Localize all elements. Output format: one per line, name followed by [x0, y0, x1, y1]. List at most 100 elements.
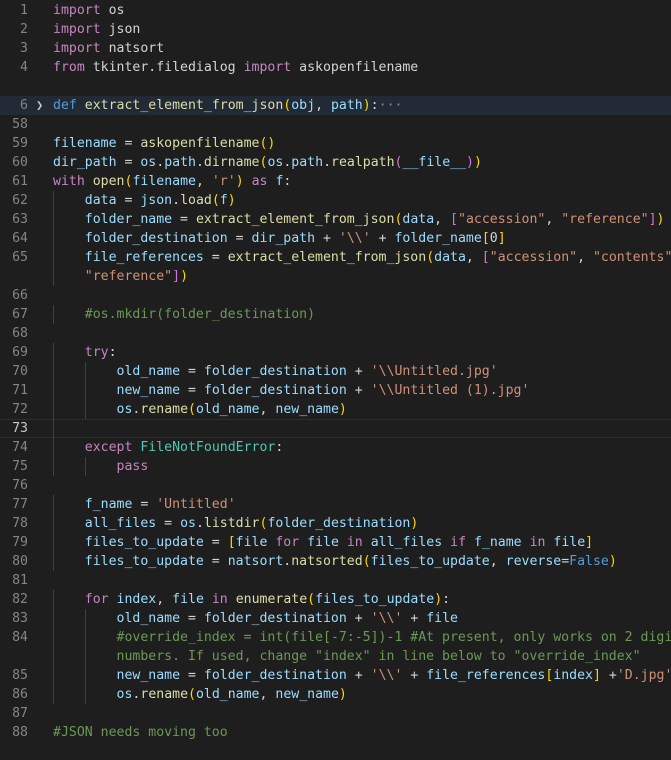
- code-token: =: [180, 611, 204, 626]
- code-line[interactable]: 74 except FileNotFoundError:: [0, 438, 671, 457]
- code-token: file_references: [84, 250, 204, 265]
- code-line[interactable]: 60 dir_path = os.path.dirname(os.path.rea…: [0, 153, 671, 172]
- code-line[interactable]: 1 import os: [0, 1, 671, 20]
- indent-guide: [53, 628, 85, 647]
- code-token: [: [227, 535, 236, 550]
- code-token: 0: [489, 231, 498, 246]
- code-line[interactable]: 86 os.rename(old_name, new_name): [0, 685, 671, 704]
- code-token: json: [140, 193, 173, 208]
- code-token: =: [203, 250, 228, 265]
- code-line[interactable]: 68: [0, 324, 671, 343]
- code-token: folder_destination: [203, 383, 347, 398]
- line-number: 84: [12, 630, 28, 645]
- code-line[interactable]: 70 old_name = folder_destination + '\\Un…: [0, 362, 671, 381]
- code-text: folder_destination = dir_path + '\\' + f…: [53, 229, 671, 248]
- code-token: as: [251, 174, 268, 189]
- line-number: 61: [12, 174, 28, 189]
- code-line[interactable]: 65 file_references = extract_element_fro…: [0, 248, 671, 267]
- line-number: 73: [12, 421, 28, 436]
- code-text: from tkinter.filedialog import askopenfi…: [53, 58, 671, 77]
- code-line[interactable]: 63 folder_name = extract_element_from_js…: [0, 210, 671, 229]
- code-line[interactable]: 83 old_name = folder_destination + '\\' …: [0, 609, 671, 628]
- indent-guide: [53, 210, 85, 229]
- code-line[interactable]: 78 all_files = os.listdir(folder_destina…: [0, 514, 671, 533]
- code-line[interactable]: 72 os.rename(old_name, new_name): [0, 400, 671, 419]
- code-line[interactable]: 73: [0, 419, 671, 438]
- code-token: data: [434, 250, 466, 265]
- code-token: open: [92, 174, 125, 189]
- code-token: 'D.jpg': [616, 668, 671, 683]
- indent-guide: [53, 609, 85, 628]
- code-line[interactable]: 2 import json: [0, 20, 671, 39]
- code-line[interactable]: 58: [0, 115, 671, 134]
- code-token: os: [116, 687, 133, 702]
- code-line[interactable]: "reference"]): [0, 267, 671, 286]
- indent-guide: [53, 381, 85, 400]
- line-number: 3: [20, 41, 28, 56]
- code-token: +: [346, 364, 371, 379]
- code-token: filename: [53, 136, 117, 151]
- code-line[interactable]: 6 ❯ def extract_element_from_json(obj, pat…: [0, 96, 671, 115]
- line-number: 87: [12, 706, 28, 721]
- code-line[interactable]: 71 new_name = folder_destination + '\\Un…: [0, 381, 671, 400]
- line-number: 71: [12, 383, 28, 398]
- code-token: 'Untitled': [156, 497, 236, 512]
- code-line[interactable]: 62 data = json.load(f): [0, 191, 671, 210]
- code-line[interactable]: 85 new_name = folder_destination + '\\' …: [0, 666, 671, 685]
- indent-guide: [84, 609, 117, 628]
- code-line[interactable]: 81: [0, 571, 671, 590]
- code-token: rename: [140, 402, 189, 417]
- code-editor[interactable]: 1 import os 2 import json 3 import natsort 4 fr…: [0, 0, 671, 760]
- code-token: file: [172, 592, 204, 607]
- code-token: +: [370, 231, 395, 246]
- code-token: ]: [648, 212, 657, 227]
- code-line[interactable]: 80 files_to_update = natsort.natsorted(f…: [0, 552, 671, 571]
- code-line[interactable]: numbers. If used, change "index" in line…: [0, 647, 671, 666]
- code-line[interactable]: 59 filename = askopenfilename(): [0, 134, 671, 153]
- code-token: os: [108, 3, 125, 18]
- code-text: import json: [53, 20, 671, 39]
- code-token: new_name: [275, 402, 339, 417]
- code-text: dir_path = os.path.dirname(os.path.realp…: [53, 153, 671, 172]
- line-number: 77: [12, 497, 28, 512]
- code-line[interactable]: 79 files_to_update = [file for file in a…: [0, 533, 671, 552]
- code-line[interactable]: [0, 77, 671, 96]
- code-line[interactable]: 84 #override_index = int(file[-7:-5])-1 …: [0, 628, 671, 647]
- code-text: except FileNotFoundError:: [53, 438, 671, 457]
- code-line[interactable]: 77 f_name = 'Untitled': [0, 495, 671, 514]
- code-token: files_to_update: [84, 535, 204, 550]
- code-line[interactable]: 3 import natsort: [0, 39, 671, 58]
- indent-guide: [53, 229, 85, 248]
- line-number: 72: [12, 402, 28, 417]
- code-token: (: [188, 687, 196, 702]
- indent-guide: [53, 438, 85, 457]
- code-text: files_to_update = [file for file in all_…: [53, 533, 671, 552]
- code-token: =: [172, 212, 196, 227]
- code-token: ,: [489, 554, 506, 569]
- indent-guide: [53, 457, 85, 476]
- code-token: natsort: [227, 554, 284, 569]
- line-number: 75: [12, 459, 28, 474]
- code-line[interactable]: 66: [0, 286, 671, 305]
- code-line[interactable]: 76: [0, 476, 671, 495]
- indent-guide: [84, 628, 117, 647]
- code-line[interactable]: 82 for index, file in enumerate(files_to…: [0, 590, 671, 609]
- code-line[interactable]: 4 from tkinter.filedialog import askopenf…: [0, 58, 671, 77]
- indent-guide: [53, 685, 85, 704]
- code-line[interactable]: 61 with open(filename, 'r') as f:: [0, 172, 671, 191]
- code-line[interactable]: 87: [0, 704, 671, 723]
- code-line[interactable]: 88 #JSON needs moving too: [0, 723, 671, 742]
- code-line[interactable]: 69 try:: [0, 343, 671, 362]
- code-token: ,: [259, 687, 276, 702]
- chevron-right-icon[interactable]: ❯: [36, 96, 43, 115]
- code-line[interactable]: 64 folder_destination = dir_path + '\\' …: [0, 229, 671, 248]
- code-line[interactable]: 75 pass: [0, 457, 671, 476]
- code-token: '\\': [370, 611, 403, 626]
- code-line[interactable]: 67 #os.mkdir(folder_destination): [0, 305, 671, 324]
- code-token: ): [180, 269, 189, 284]
- line-number: 66: [12, 288, 28, 303]
